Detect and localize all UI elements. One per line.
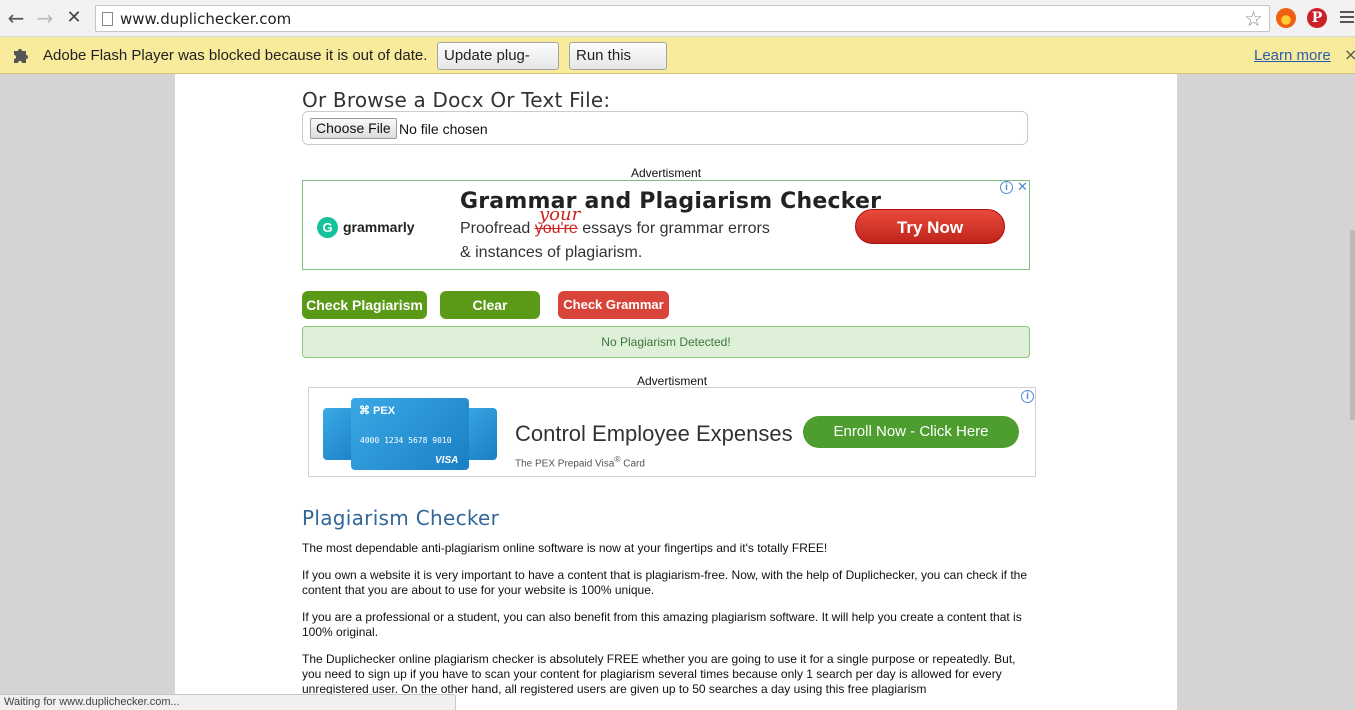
ad-info-icon[interactable]: i [1000,181,1013,194]
ad-title: Grammar and Plagiarism Checker [460,189,882,214]
page-content: Or Browse a Docx Or Text File: Choose Fi… [175,74,1177,710]
clear-button[interactable]: Clear [440,291,540,319]
card-number: 4000 1234 5678 9010 [360,436,452,445]
forward-arrow-icon[interactable]: → [33,7,57,31]
status-bar: Waiting for www.duplichecker.com... [0,694,456,710]
ad-line-1b: essays for grammar errors [577,220,770,237]
pex-ad[interactable]: ⌘ PEX 4000 1234 5678 9010 VISA Control E… [308,387,1036,477]
choose-file-button[interactable]: Choose File [310,118,397,139]
update-plugin-button[interactable]: Update plug-in... [437,42,559,90]
grammarly-ad[interactable]: G grammarly Grammar and Plagiarism Check… [302,180,1030,270]
page-gutter [1177,74,1355,710]
run-this-time-button[interactable]: Run this time [569,42,667,90]
ad-strike-word: you're [534,220,578,237]
browser-toolbar: ← → ✕ www.duplichecker.com ☆ P [0,0,1355,37]
file-status: No file chosen [399,121,488,137]
menu-icon[interactable] [1340,11,1354,26]
check-plagiarism-button[interactable]: Check Plagiarism [302,291,427,319]
ad-subtitle-b: Card [620,458,645,470]
ad-label: Advertisment [631,166,702,180]
fire-extension-icon[interactable] [1276,8,1296,28]
page-icon [102,12,113,26]
scrollbar[interactable] [1350,230,1355,420]
grammarly-logo-icon: G [317,217,338,238]
plugin-blocked-infobar: Adobe Flash Player was blocked because i… [0,37,1355,90]
ad-label: Advertisment [637,374,708,388]
ad-subtitle: The PEX Prepaid Visa® Card [515,454,645,469]
enroll-now-button[interactable]: Enroll Now - Click Here [803,416,1019,448]
card-image: ⌘ PEX 4000 1234 5678 9010 VISA [351,398,469,470]
check-grammar-button[interactable]: Check Grammar [558,291,669,319]
close-icon[interactable]: × [1344,45,1355,64]
learn-more-link[interactable]: Learn more [1254,47,1331,64]
ad-close-icon[interactable]: ✕ [1017,180,1028,195]
article-paragraph: If you are a professional or a student, … [302,610,1022,639]
try-now-button[interactable]: Try Now [855,209,1005,244]
address-bar[interactable]: www.duplichecker.com ☆ [95,5,1270,32]
visa-logo: VISA [435,455,459,466]
result-message: No Plagiarism Detected! [302,326,1030,358]
ad-subtitle-a: The PEX Prepaid Visa [515,458,615,470]
ad-line-1: Proofread you're essays for grammar erro… [460,220,770,238]
stop-loading-icon[interactable]: ✕ [62,7,86,31]
ad-line-2: & instances of plagiarism. [460,244,643,261]
ad-title: Control Employee Expenses [515,421,793,446]
url-text[interactable]: www.duplichecker.com [120,10,291,28]
grammarly-brand: grammarly [343,219,415,235]
pinterest-icon[interactable]: P [1307,8,1327,28]
back-arrow-icon[interactable]: ← [4,7,28,31]
puzzle-piece-icon [14,49,28,63]
ad-info-icon[interactable]: i [1021,390,1034,403]
article-paragraph: The most dependable anti-plagiarism onli… [302,541,828,555]
ad-line-1a: Proofread [460,220,535,237]
infobar-message: Adobe Flash Player was blocked because i… [43,47,428,64]
article-paragraph: The Duplichecker online plagiarism check… [302,652,1016,696]
section-title: Plagiarism Checker [302,506,500,530]
pex-logo: ⌘ PEX [359,405,396,417]
browse-heading: Or Browse a Docx Or Text File: [302,88,611,112]
file-upload-box: Choose File No file chosen [302,111,1028,145]
bookmark-star-icon[interactable]: ☆ [1244,7,1263,31]
article-paragraph: If you own a website it is very importan… [302,568,1028,597]
